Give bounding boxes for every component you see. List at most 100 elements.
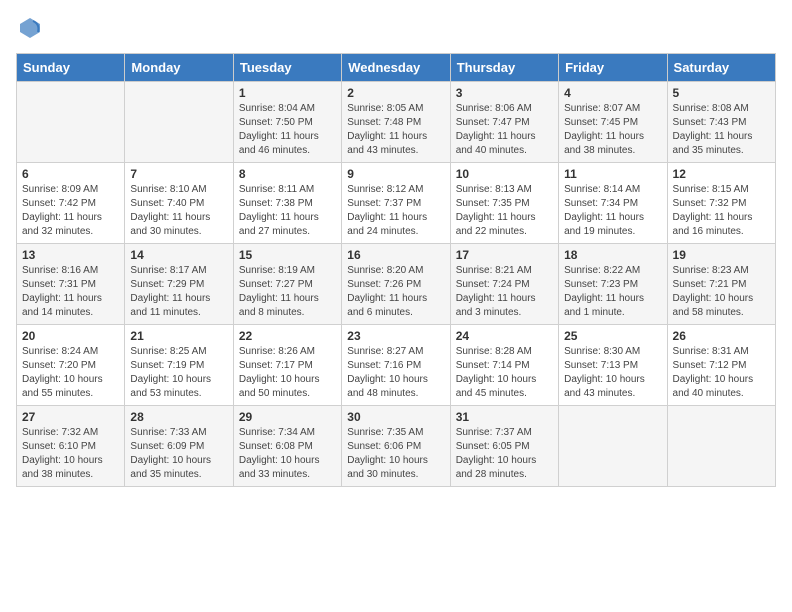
day-content: Sunrise: 8:06 AM Sunset: 7:47 PM Dayligh… <box>456 102 553 158</box>
day-content: Sunrise: 8:23 AM Sunset: 7:21 PM Dayligh… <box>673 264 770 320</box>
calendar-cell: 2 Sunrise: 8:05 AM Sunset: 7:48 PM Daylig… <box>342 82 450 163</box>
calendar-cell: 3 Sunrise: 8:06 AM Sunset: 7:47 PM Daylig… <box>450 82 558 163</box>
day-number: 29 <box>239 410 336 424</box>
day-content: Sunrise: 8:25 AM Sunset: 7:19 PM Dayligh… <box>130 345 227 401</box>
calendar-cell: 28Sunrise: 7:33 AM Sunset: 6:09 PM Dayli… <box>125 406 233 487</box>
day-content: Sunrise: 8:21 AM Sunset: 7:24 PM Dayligh… <box>456 264 553 320</box>
calendar-week-row: 13 Sunrise: 8:16 AM Sunset: 7:31 PM Dayli… <box>17 244 776 325</box>
calendar-cell: 10 Sunrise: 8:13 AM Sunset: 7:35 PM Dayli… <box>450 163 558 244</box>
day-content: Sunrise: 8:13 AM Sunset: 7:35 PM Dayligh… <box>456 183 553 239</box>
calendar-cell <box>17 82 125 163</box>
day-number: 14 <box>130 248 227 262</box>
day-content: Sunrise: 8:09 AM Sunset: 7:42 PM Dayligh… <box>22 183 119 239</box>
calendar-cell: 12 Sunrise: 8:15 AM Sunset: 7:32 PM Dayli… <box>667 163 775 244</box>
day-number: 1 <box>239 86 336 100</box>
day-number: 18 <box>564 248 661 262</box>
day-number: 6 <box>22 167 119 181</box>
calendar-header-row: SundayMondayTuesdayWednesdayThursdayFrid… <box>17 54 776 82</box>
calendar-cell: 11 Sunrise: 8:14 AM Sunset: 7:34 PM Dayli… <box>559 163 667 244</box>
day-content: Sunrise: 8:20 AM Sunset: 7:26 PM Dayligh… <box>347 264 444 320</box>
calendar-cell: 1 Sunrise: 8:04 AM Sunset: 7:50 PM Daylig… <box>233 82 341 163</box>
day-number: 8 <box>239 167 336 181</box>
calendar-cell: 20Sunrise: 8:24 AM Sunset: 7:20 PM Dayli… <box>17 325 125 406</box>
calendar-cell <box>667 406 775 487</box>
day-content: Sunrise: 8:28 AM Sunset: 7:14 PM Dayligh… <box>456 345 553 401</box>
day-number: 20 <box>22 329 119 343</box>
day-number: 10 <box>456 167 553 181</box>
calendar-cell: 4 Sunrise: 8:07 AM Sunset: 7:45 PM Daylig… <box>559 82 667 163</box>
day-content: Sunrise: 8:12 AM Sunset: 7:37 PM Dayligh… <box>347 183 444 239</box>
day-number: 31 <box>456 410 553 424</box>
day-content: Sunrise: 8:05 AM Sunset: 7:48 PM Dayligh… <box>347 102 444 158</box>
calendar-body: 1 Sunrise: 8:04 AM Sunset: 7:50 PM Daylig… <box>17 82 776 487</box>
calendar-cell: 15 Sunrise: 8:19 AM Sunset: 7:27 PM Dayli… <box>233 244 341 325</box>
column-header-saturday: Saturday <box>667 54 775 82</box>
calendar-week-row: 1 Sunrise: 8:04 AM Sunset: 7:50 PM Daylig… <box>17 82 776 163</box>
calendar-cell: 29Sunrise: 7:34 AM Sunset: 6:08 PM Dayli… <box>233 406 341 487</box>
calendar-cell: 5Sunrise: 8:08 AM Sunset: 7:43 PM Daylig… <box>667 82 775 163</box>
calendar-cell: 24 Sunrise: 8:28 AM Sunset: 7:14 PM Dayli… <box>450 325 558 406</box>
page-header <box>16 16 776 45</box>
calendar-cell: 22Sunrise: 8:26 AM Sunset: 7:17 PM Dayli… <box>233 325 341 406</box>
calendar-cell: 26Sunrise: 8:31 AM Sunset: 7:12 PM Dayli… <box>667 325 775 406</box>
calendar-cell: 8 Sunrise: 8:11 AM Sunset: 7:38 PM Daylig… <box>233 163 341 244</box>
day-content: Sunrise: 8:04 AM Sunset: 7:50 PM Dayligh… <box>239 102 336 158</box>
day-number: 23 <box>347 329 444 343</box>
day-number: 3 <box>456 86 553 100</box>
calendar-cell: 19 Sunrise: 8:23 AM Sunset: 7:21 PM Dayli… <box>667 244 775 325</box>
column-header-wednesday: Wednesday <box>342 54 450 82</box>
day-number: 7 <box>130 167 227 181</box>
day-content: Sunrise: 8:15 AM Sunset: 7:32 PM Dayligh… <box>673 183 770 239</box>
day-content: Sunrise: 8:17 AM Sunset: 7:29 PM Dayligh… <box>130 264 227 320</box>
day-number: 9 <box>347 167 444 181</box>
day-content: Sunrise: 8:30 AM Sunset: 7:13 PM Dayligh… <box>564 345 661 401</box>
calendar-cell: 30 Sunrise: 7:35 AM Sunset: 6:06 PM Dayli… <box>342 406 450 487</box>
calendar-cell: 31 Sunrise: 7:37 AM Sunset: 6:05 PM Dayli… <box>450 406 558 487</box>
calendar-cell <box>559 406 667 487</box>
logo <box>16 16 42 45</box>
day-content: Sunrise: 8:27 AM Sunset: 7:16 PM Dayligh… <box>347 345 444 401</box>
calendar-cell <box>125 82 233 163</box>
day-number: 13 <box>22 248 119 262</box>
day-content: Sunrise: 7:35 AM Sunset: 6:06 PM Dayligh… <box>347 426 444 482</box>
day-number: 24 <box>456 329 553 343</box>
day-content: Sunrise: 8:07 AM Sunset: 7:45 PM Dayligh… <box>564 102 661 158</box>
calendar-cell: 13 Sunrise: 8:16 AM Sunset: 7:31 PM Dayli… <box>17 244 125 325</box>
day-number: 27 <box>22 410 119 424</box>
day-number: 15 <box>239 248 336 262</box>
day-number: 17 <box>456 248 553 262</box>
column-header-sunday: Sunday <box>17 54 125 82</box>
calendar-cell: 23 Sunrise: 8:27 AM Sunset: 7:16 PM Dayli… <box>342 325 450 406</box>
day-content: Sunrise: 8:16 AM Sunset: 7:31 PM Dayligh… <box>22 264 119 320</box>
day-content: Sunrise: 8:11 AM Sunset: 7:38 PM Dayligh… <box>239 183 336 239</box>
day-number: 5 <box>673 86 770 100</box>
day-number: 2 <box>347 86 444 100</box>
day-number: 16 <box>347 248 444 262</box>
day-content: Sunrise: 8:22 AM Sunset: 7:23 PM Dayligh… <box>564 264 661 320</box>
day-number: 30 <box>347 410 444 424</box>
calendar-week-row: 6 Sunrise: 8:09 AM Sunset: 7:42 PM Daylig… <box>17 163 776 244</box>
calendar-cell: 9 Sunrise: 8:12 AM Sunset: 7:37 PM Daylig… <box>342 163 450 244</box>
day-content: Sunrise: 8:26 AM Sunset: 7:17 PM Dayligh… <box>239 345 336 401</box>
day-number: 19 <box>673 248 770 262</box>
calendar-cell: 6 Sunrise: 8:09 AM Sunset: 7:42 PM Daylig… <box>17 163 125 244</box>
calendar-week-row: 27 Sunrise: 7:32 AM Sunset: 6:10 PM Dayli… <box>17 406 776 487</box>
calendar-cell: 14 Sunrise: 8:17 AM Sunset: 7:29 PM Dayli… <box>125 244 233 325</box>
day-content: Sunrise: 7:32 AM Sunset: 6:10 PM Dayligh… <box>22 426 119 482</box>
day-content: Sunrise: 7:37 AM Sunset: 6:05 PM Dayligh… <box>456 426 553 482</box>
calendar-cell: 21Sunrise: 8:25 AM Sunset: 7:19 PM Dayli… <box>125 325 233 406</box>
day-number: 12 <box>673 167 770 181</box>
calendar-cell: 27 Sunrise: 7:32 AM Sunset: 6:10 PM Dayli… <box>17 406 125 487</box>
day-number: 4 <box>564 86 661 100</box>
calendar-cell: 17 Sunrise: 8:21 AM Sunset: 7:24 PM Dayli… <box>450 244 558 325</box>
column-header-friday: Friday <box>559 54 667 82</box>
column-header-thursday: Thursday <box>450 54 558 82</box>
calendar-cell: 16 Sunrise: 8:20 AM Sunset: 7:26 PM Dayli… <box>342 244 450 325</box>
column-header-monday: Monday <box>125 54 233 82</box>
day-content: Sunrise: 8:14 AM Sunset: 7:34 PM Dayligh… <box>564 183 661 239</box>
day-number: 11 <box>564 167 661 181</box>
column-header-tuesday: Tuesday <box>233 54 341 82</box>
calendar-week-row: 20Sunrise: 8:24 AM Sunset: 7:20 PM Dayli… <box>17 325 776 406</box>
day-content: Sunrise: 8:19 AM Sunset: 7:27 PM Dayligh… <box>239 264 336 320</box>
calendar-table: SundayMondayTuesdayWednesdayThursdayFrid… <box>16 53 776 487</box>
